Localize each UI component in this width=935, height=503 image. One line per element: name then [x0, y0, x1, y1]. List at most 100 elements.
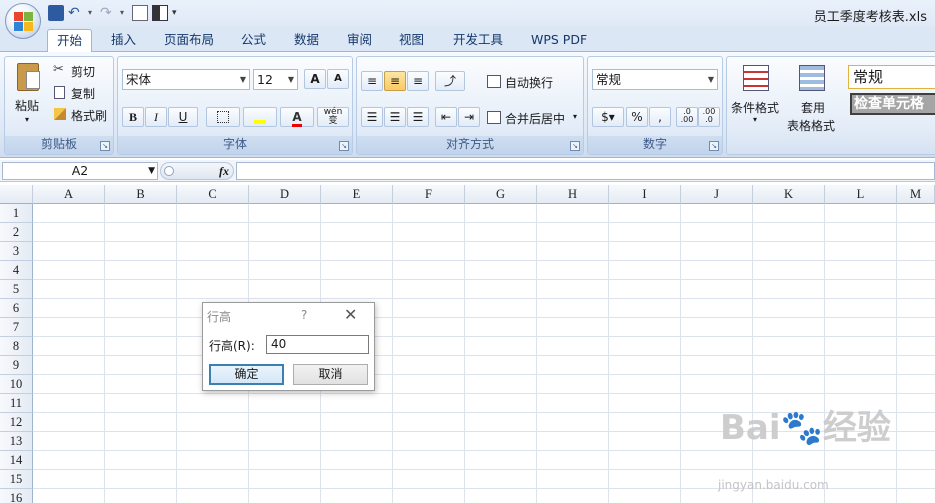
redo-dropdown-icon[interactable]: ▾	[120, 5, 128, 21]
row-header[interactable]: 15	[0, 470, 33, 489]
column-header[interactable]: C	[177, 185, 249, 204]
insert-function-icon[interactable]: fx	[219, 164, 229, 179]
row-height-input[interactable]: 40	[266, 335, 369, 354]
alignment-launcher-icon[interactable]: ↘	[570, 141, 580, 151]
tab-formulas[interactable]: 公式	[232, 29, 275, 52]
row-header[interactable]: 7	[0, 318, 33, 337]
merge-center-button[interactable]: 合并后居中 ▾	[487, 109, 581, 127]
row-header[interactable]: 13	[0, 432, 33, 451]
row-header[interactable]: 14	[0, 451, 33, 470]
orientation-button[interactable]: ⤴	[435, 71, 465, 91]
wrap-text-button[interactable]: 自动换行	[487, 73, 581, 91]
font-size-combo[interactable]: 12 ▼	[253, 69, 298, 90]
customize-qat-icon[interactable]: ▾	[172, 5, 182, 21]
italic-button[interactable]: I	[145, 107, 167, 127]
tab-view[interactable]: 视图	[390, 29, 433, 52]
column-header[interactable]: M	[897, 185, 935, 204]
row-header[interactable]: 5	[0, 280, 33, 299]
conditional-format-button[interactable]: 条件格式 ▾	[731, 61, 783, 131]
name-box[interactable]: A2 ▼	[2, 162, 158, 180]
row-header[interactable]: 9	[0, 356, 33, 375]
column-header[interactable]: F	[393, 185, 465, 204]
borders-button[interactable]	[206, 107, 240, 127]
cell-style-normal[interactable]: 常规	[848, 65, 935, 89]
row-header[interactable]: 1	[0, 204, 33, 223]
column-header[interactable]: L	[825, 185, 897, 204]
tab-data[interactable]: 数据	[285, 29, 328, 52]
font-color-button[interactable]: A	[280, 107, 314, 127]
paste-button[interactable]: 粘贴 ▾	[9, 59, 49, 131]
format-painter-button[interactable]: 格式刷	[53, 106, 113, 124]
row-header[interactable]: 11	[0, 394, 33, 413]
align-center-button[interactable]: ☰	[384, 107, 406, 127]
row-header[interactable]: 4	[0, 261, 33, 280]
shrink-font-button[interactable]: A	[327, 69, 349, 89]
bold-button[interactable]: B	[122, 107, 144, 127]
currency-button[interactable]: $▾	[592, 107, 624, 127]
chevron-down-icon[interactable]: ▼	[148, 163, 155, 179]
office-button[interactable]	[5, 3, 41, 39]
increase-indent-button[interactable]: ⇥	[458, 107, 480, 127]
row-header[interactable]: 2	[0, 223, 33, 242]
select-all-corner[interactable]	[0, 185, 33, 204]
print-preview-icon[interactable]	[132, 5, 148, 21]
ok-button[interactable]: 确定	[209, 364, 284, 385]
fill-color-button[interactable]	[243, 107, 277, 127]
column-header[interactable]: D	[249, 185, 321, 204]
row-header[interactable]: 12	[0, 413, 33, 432]
row-header[interactable]: 8	[0, 337, 33, 356]
worksheet-grid[interactable]: A B C D E F G H I J K L M 1 2 3 4 5 6 7 …	[0, 185, 935, 503]
undo-icon[interactable]: ↶	[68, 5, 84, 21]
formula-input[interactable]	[236, 162, 935, 180]
column-header[interactable]: J	[681, 185, 753, 204]
align-top-button[interactable]: ≡	[361, 71, 383, 91]
table-layout-icon[interactable]	[152, 5, 168, 21]
font-launcher-icon[interactable]: ↘	[339, 141, 349, 151]
column-header[interactable]: I	[609, 185, 681, 204]
cell-area[interactable]	[33, 204, 935, 503]
underline-button[interactable]: U	[168, 107, 198, 127]
column-header[interactable]: E	[321, 185, 393, 204]
row-header[interactable]: 16	[0, 489, 33, 503]
tab-wps-pdf[interactable]: WPS PDF	[522, 29, 596, 52]
phonetic-button[interactable]: wén 变	[317, 107, 349, 127]
column-header[interactable]: G	[465, 185, 537, 204]
tab-page-layout[interactable]: 页面布局	[155, 29, 223, 52]
column-header[interactable]: H	[537, 185, 609, 204]
column-header[interactable]: A	[33, 185, 105, 204]
clipboard-launcher-icon[interactable]: ↘	[100, 141, 110, 151]
row-header[interactable]: 10	[0, 375, 33, 394]
expand-circle-icon[interactable]	[164, 166, 174, 176]
format-as-table-button[interactable]: 套用 表格格式	[785, 61, 845, 133]
save-icon[interactable]	[48, 5, 64, 21]
undo-dropdown-icon[interactable]: ▾	[88, 5, 96, 21]
align-left-button[interactable]: ☰	[361, 107, 383, 127]
column-header[interactable]: K	[753, 185, 825, 204]
copy-button[interactable]: 复制	[53, 84, 111, 102]
align-middle-button[interactable]: ≡	[384, 71, 406, 91]
help-icon[interactable]: ?	[301, 308, 307, 322]
font-name-combo[interactable]: 宋体 ▼	[122, 69, 250, 90]
row-header[interactable]: 3	[0, 242, 33, 261]
cancel-button[interactable]: 取消	[293, 364, 368, 385]
decrease-decimal-button[interactable]: .00 .0	[698, 107, 720, 127]
comma-button[interactable]: ,	[649, 107, 671, 127]
column-header[interactable]: B	[105, 185, 177, 204]
tab-review[interactable]: 审阅	[338, 29, 381, 52]
row-header[interactable]: 6	[0, 299, 33, 318]
align-bottom-button[interactable]: ≡	[407, 71, 429, 91]
cut-button[interactable]: ✂ 剪切	[53, 62, 111, 80]
tab-developer[interactable]: 开发工具	[444, 29, 512, 52]
increase-decimal-button[interactable]: .0 .00	[676, 107, 698, 127]
percent-button[interactable]: %	[626, 107, 648, 127]
align-right-button[interactable]: ☰	[407, 107, 429, 127]
grow-font-button[interactable]: A	[304, 69, 326, 89]
close-icon[interactable]: ✕	[344, 305, 357, 324]
number-launcher-icon[interactable]: ↘	[709, 141, 719, 151]
redo-icon[interactable]: ↷	[100, 5, 116, 21]
tab-home[interactable]: 开始	[47, 29, 93, 53]
number-format-combo[interactable]: 常规 ▼	[592, 69, 718, 90]
decrease-indent-button[interactable]: ⇤	[435, 107, 457, 127]
tab-insert[interactable]: 插入	[102, 29, 145, 52]
cell-style-check[interactable]: 检查单元格	[850, 93, 935, 115]
